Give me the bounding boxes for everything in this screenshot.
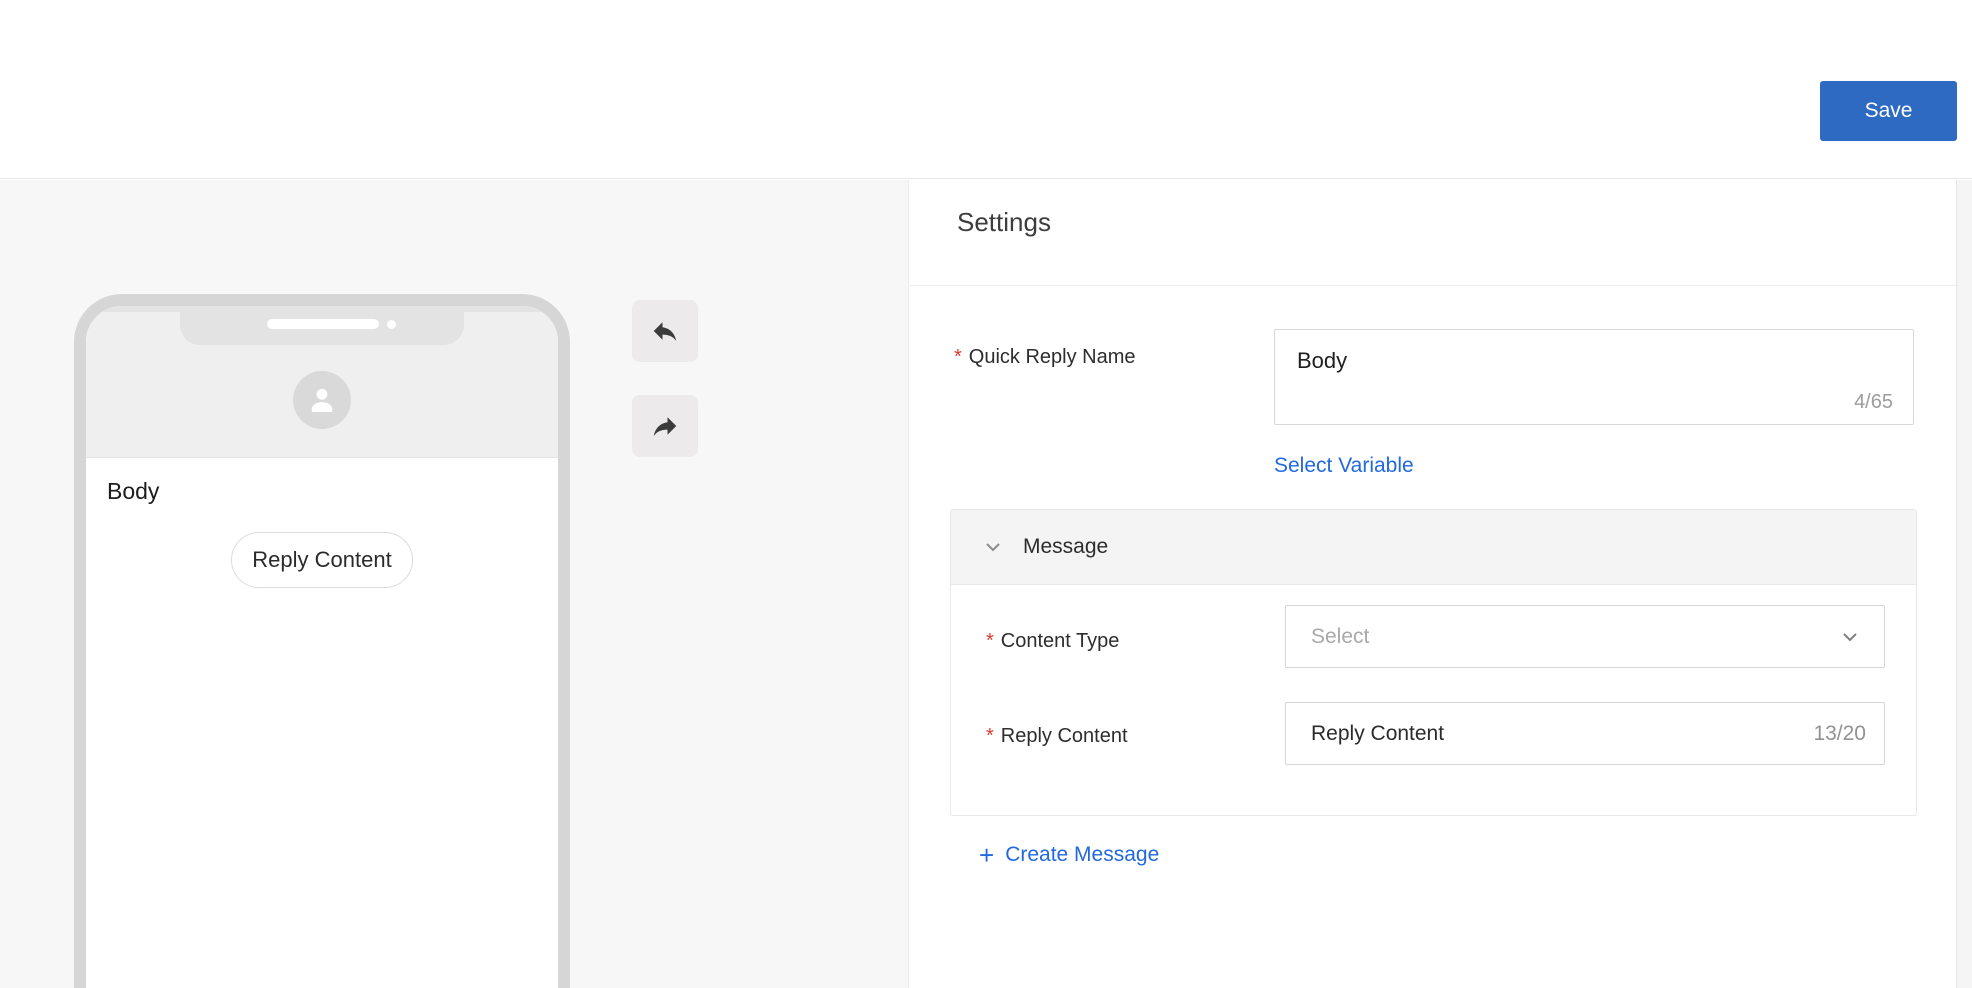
reply-content-label-text: Reply Content [1000,725,1128,747]
phone-screen: Body Reply Content [86,306,558,988]
content-type-label: * Content Type [986,630,1119,653]
phone-speaker [267,319,379,329]
select-variable-link[interactable]: Select Variable [1274,454,1414,478]
content-type-placeholder: Select [1311,624,1370,648]
chevron-down-icon [986,543,1000,552]
redo-icon [653,417,677,436]
person-icon [311,388,333,412]
reply-content-char-counter: 13/20 [1813,721,1866,745]
redo-button[interactable] [632,395,698,457]
phone-camera-dot [387,320,396,329]
avatar [293,371,351,429]
chevron-down-icon [1843,632,1857,641]
preview-body-text: Body [107,478,160,504]
message-section-card: Message * Content Type Select * Reply Cont… [950,509,1917,816]
create-message-link[interactable]: + Create Message [979,842,1159,868]
phone-mockup: Body Reply Content [74,294,570,988]
undo-button[interactable] [632,300,698,362]
required-asterisk: * [954,346,962,368]
content-type-label-text: Content Type [1000,630,1120,652]
quick-reply-name-label-text: Quick Reply Name [968,346,1136,368]
preview-reply-content-pill[interactable]: Reply Content [231,532,413,588]
message-section-title: Message [1023,535,1109,558]
phone-notch [180,306,464,345]
reply-content-input[interactable]: Reply Content 13/20 [1285,702,1885,765]
preview-panel: Body Reply Content [0,180,909,988]
divider [910,285,1956,286]
required-asterisk: * [986,630,994,652]
phone-chat-header [86,306,558,458]
quick-reply-name-char-counter: 4/65 [1854,391,1893,413]
create-message-label: Create Message [1005,843,1160,866]
required-asterisk: * [986,725,994,747]
top-bar: Save [0,0,1972,179]
save-button[interactable]: Save [1820,81,1957,141]
plus-icon: + [979,840,995,870]
quick-reply-name-value: Body [1297,348,1348,373]
quick-reply-name-input[interactable]: Body 4/65 [1274,329,1914,425]
reply-content-label: * Reply Content [986,725,1128,748]
scrollbar-gutter[interactable] [1956,180,1972,988]
undo-icon [653,322,677,341]
content-type-select[interactable]: Select [1285,605,1885,668]
quick-reply-name-label: * Quick Reply Name [954,346,1136,369]
reply-content-value: Reply Content [1311,721,1445,745]
message-section-header[interactable]: Message [951,510,1916,585]
settings-panel: Settings * Quick Reply Name Body 4/65 Sel… [910,180,1956,988]
settings-title: Settings [957,207,1051,237]
